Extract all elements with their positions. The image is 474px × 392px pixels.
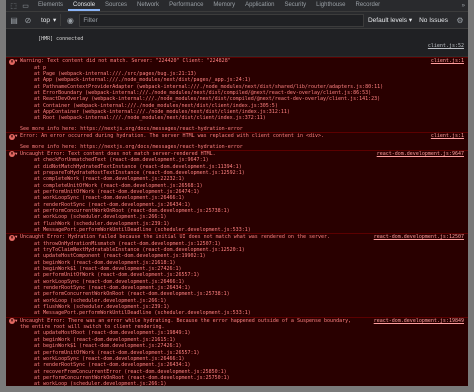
log-message-uncaught-3: × ▼ Uncaught Error: There was an error whi… xyxy=(6,316,468,386)
context-label: top xyxy=(41,16,51,24)
tab-lighthouse[interactable]: Lighthouse xyxy=(311,0,350,11)
devtools-window: ⬚ ▭ Elements Console Sources Network Per… xyxy=(6,0,468,386)
log-text: Error: An error occurred during hydratio… xyxy=(20,133,325,140)
devtools-tab-bar: ⬚ ▭ Elements Console Sources Network Per… xyxy=(6,0,468,12)
clear-console-icon[interactable]: ⊘ xyxy=(23,15,33,25)
tab-elements[interactable]: Elements xyxy=(33,0,68,11)
stack-frame[interactable]: at workLoop (scheduler.development.js:26… xyxy=(6,381,468,386)
log-message-uncaught-2: × ▼ Uncaught Error: Hydration failed becau… xyxy=(6,233,468,317)
stack-frame[interactable]: at MessagePort.performWorkUntilDeadline … xyxy=(6,310,468,316)
tab-sources[interactable]: Sources xyxy=(100,0,132,11)
console-log: [HMR] connected client.js:52 × ▼ Warning: … xyxy=(6,29,468,386)
log-text: [HMR] connected xyxy=(38,36,84,43)
see-more-link[interactable]: See more info here: https://nextjs.org/d… xyxy=(6,126,468,132)
tab-security[interactable]: Security xyxy=(279,0,311,11)
context-selector[interactable]: top ▾ xyxy=(37,14,62,26)
source-link[interactable]: client.js:1 xyxy=(429,133,464,139)
log-text: Uncaught Error: There was an error while… xyxy=(20,317,352,324)
filter-input[interactable]: Filter xyxy=(79,13,364,27)
device-toolbar-icon[interactable]: ▭ xyxy=(21,1,30,10)
log-message-warning: × ▼ Warning: Text content did not match. S… xyxy=(6,57,468,133)
log-message-error: × ▼ Error: An error occurred during hydrat… xyxy=(6,132,468,150)
inspect-element-icon[interactable]: ⬚ xyxy=(9,1,18,10)
log-levels-dropdown[interactable]: Default levels ▾ xyxy=(368,16,412,24)
tab-memory[interactable]: Memory xyxy=(208,0,240,11)
log-message-hmr: [HMR] connected client.js:52 xyxy=(6,29,468,58)
more-tabs-icon[interactable]: » xyxy=(459,3,468,9)
stack-frame[interactable]: at MessagePort.performWorkUntilDeadline … xyxy=(6,227,468,233)
log-levels-label: Default levels xyxy=(367,17,408,24)
console-toolbar: ▤ ⊘ top ▾ ◉ Filter Default levels ▾ No I… xyxy=(6,12,468,29)
log-text: Uncaught Error: Text content does not ma… xyxy=(20,150,216,157)
see-more-link[interactable]: See more info here: https://nextjs.org/d… xyxy=(6,144,468,150)
issues-badge[interactable]: No Issues xyxy=(416,17,451,24)
gear-icon[interactable]: ⚙ xyxy=(455,15,465,25)
tab-console[interactable]: Console xyxy=(68,0,101,11)
log-text: Uncaught Error: Hydration failed because… xyxy=(20,234,331,241)
source-link[interactable]: client.js:52 xyxy=(426,43,464,49)
sidebar-toggle-icon[interactable]: ▤ xyxy=(9,15,19,25)
tab-recorder[interactable]: Recorder xyxy=(351,0,386,11)
chevron-down-icon: ▾ xyxy=(53,17,57,24)
tab-performance[interactable]: Performance xyxy=(164,0,208,11)
log-message-uncaught-1: × ▼ Uncaught Error: Text content does not … xyxy=(6,149,468,234)
live-expression-icon[interactable]: ◉ xyxy=(65,15,75,25)
stack-frame[interactable]: at Root (webpack-internal:///./node_modu… xyxy=(6,115,468,121)
log-text: Warning: Text content did not match. Ser… xyxy=(20,58,231,65)
tab-network[interactable]: Network xyxy=(132,0,164,11)
tab-application[interactable]: Application xyxy=(240,0,279,11)
expand-triangle-icon[interactable]: ▼ xyxy=(15,133,17,139)
